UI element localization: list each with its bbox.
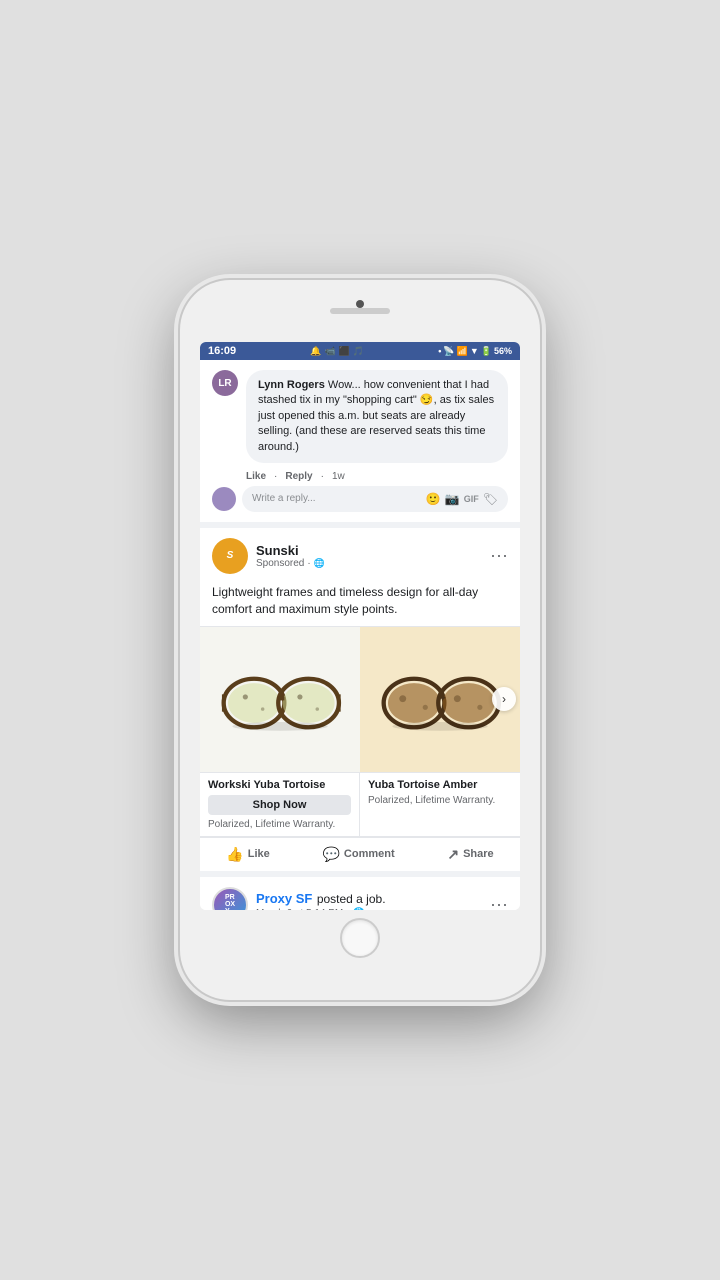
battery-percent: 56% [494, 346, 512, 356]
commenter-avatar: LR [212, 370, 238, 396]
camera [356, 300, 364, 308]
brand-name[interactable]: Sunski [256, 543, 325, 558]
reply-icons: 🙂 📷 GIF 🏷 [426, 492, 498, 506]
proxy-info: Proxy SF posted a job. March 6 at 5:14 P… [256, 890, 386, 910]
proxy-action: posted a job. [317, 892, 386, 906]
carousel-item-1: Workski Yuba Tortoise Shop Now Polarized… [200, 627, 360, 836]
notification-icon: 🔔 [310, 346, 321, 357]
like-action[interactable]: Like [246, 471, 266, 482]
sponsored-label: Sponsored [256, 558, 304, 569]
post-description: Lightweight frames and timeless design f… [200, 580, 520, 626]
sponsored-line: Sponsored · 🌐 [256, 558, 325, 569]
reply-input-row: Write a reply... 🙂 📷 GIF 🏷 [212, 486, 508, 512]
comment-item: LR Lynn Rogers Wow... how convenient tha… [212, 370, 508, 463]
brand-logo: S [212, 538, 248, 574]
video-icon: 📹 [324, 346, 335, 357]
my-avatar [212, 487, 236, 511]
comment-icon: 💬 [322, 846, 339, 863]
comment-time: 1w [332, 471, 345, 482]
sunski-post: S Sunski Sponsored · 🌐 ··· Lightweight f… [200, 528, 520, 871]
sticker-icon[interactable]: 🏷 [483, 492, 498, 506]
reply-action[interactable]: Reply [285, 471, 312, 482]
post-header-left: S Sunski Sponsored · 🌐 [212, 538, 325, 574]
proxy-logo: PROXY [212, 887, 248, 910]
more-options-icon[interactable]: ··· [490, 545, 508, 566]
reply-input-box[interactable]: Write a reply... 🙂 📷 GIF 🏷 [242, 486, 508, 512]
proxy-meta: March 6 at 5:14 PM · 🌐 [256, 908, 386, 910]
share-label: Share [463, 848, 494, 860]
phone-screen: 16:09 🔔 📹 ⬛ 🎵 • 📡 📶 ▼ 🔋 56% LR [200, 342, 520, 910]
sunglasses-1-svg [215, 664, 345, 733]
comment-section: LR Lynn Rogers Wow... how convenient tha… [200, 360, 520, 528]
carousel-next-arrow[interactable]: › [492, 687, 516, 711]
battery-icon: 🔋 [481, 346, 492, 357]
camera-icon[interactable]: 📷 [445, 492, 460, 506]
globe-icon: 🌐 [314, 558, 325, 569]
comment-bubble: Lynn Rogers Wow... how convenient that I… [246, 370, 508, 463]
proxy-more-options[interactable]: ··· [490, 894, 508, 910]
product-image-1 [200, 627, 360, 772]
reply-placeholder: Write a reply... [252, 493, 316, 504]
product-info-2: Yuba Tortoise Amber Polarized, Lifetime … [360, 772, 520, 812]
product-warranty-1: Polarized, Lifetime Warranty. [208, 819, 351, 830]
globe-icon2: · [346, 908, 349, 910]
comment-actions: Like · Reply · 1w [212, 471, 508, 482]
post-header: S Sunski Sponsored · 🌐 ··· [200, 528, 520, 580]
comment-author: Lynn Rogers [258, 379, 325, 391]
product-name-1: Workski Yuba Tortoise [208, 779, 351, 791]
product-name-2: Yuba Tortoise Amber [368, 779, 512, 791]
dot-separator: · [274, 471, 277, 482]
cast-icon: 📡 [443, 346, 454, 357]
action-bar: 👍 Like 💬 Comment ↗ Share [200, 837, 520, 871]
like-button[interactable]: 👍 Like [226, 846, 269, 863]
sunglasses-2-svg [375, 664, 505, 733]
home-button[interactable] [340, 918, 380, 958]
comment-button[interactable]: 💬 Comment [322, 846, 394, 863]
share-button[interactable]: ↗ Share [447, 846, 493, 863]
gif-icon[interactable]: GIF [464, 494, 479, 504]
product-info-1: Workski Yuba Tortoise Shop Now Polarized… [200, 772, 359, 836]
proxy-date: March 6 at 5:14 PM [256, 908, 343, 910]
proxy-name[interactable]: Proxy SF [256, 891, 312, 906]
brand-info: Sunski Sponsored · 🌐 [256, 543, 325, 569]
emoji-icon[interactable]: 🙂 [426, 492, 441, 506]
proxy-header-left: PROXY Proxy SF posted a job. March 6 at … [212, 887, 386, 910]
proxy-logo-text: PROXY [225, 894, 235, 910]
speaker [330, 308, 390, 314]
wifi-icon: ▼ [470, 346, 479, 356]
carousel-item-2: › Yuba Tortoise Amber Polarized, Lifetim… [360, 627, 520, 836]
dot: · [307, 558, 310, 569]
status-icons: 🔔 📹 ⬛ 🎵 [310, 346, 364, 357]
dot-separator2: · [321, 471, 324, 482]
product-image-2: › [360, 627, 520, 772]
status-right: • 📡 📶 ▼ 🔋 56% [438, 346, 512, 357]
phone-frame: 16:09 🔔 📹 ⬛ 🎵 • 📡 📶 ▼ 🔋 56% LR [180, 280, 540, 1000]
like-label: Like [248, 848, 270, 860]
scroll-area[interactable]: LR Lynn Rogers Wow... how convenient tha… [200, 360, 520, 910]
like-icon: 👍 [226, 846, 243, 863]
music-icon: ⬛ [339, 346, 350, 357]
comment-label: Comment [344, 848, 395, 860]
share-icon: ↗ [447, 846, 459, 863]
proxy-post: PROXY Proxy SF posted a job. March 6 at … [200, 877, 520, 910]
proxy-name-action: Proxy SF posted a job. [256, 890, 386, 908]
product-carousel[interactable]: Workski Yuba Tortoise Shop Now Polarized… [200, 626, 520, 837]
status-time: 16:09 [208, 345, 236, 357]
shop-now-button-1[interactable]: Shop Now [208, 795, 351, 815]
status-bar: 16:09 🔔 📹 ⬛ 🎵 • 📡 📶 ▼ 🔋 56% [200, 342, 520, 360]
globe-icon3: 🌐 [353, 908, 365, 910]
product-warranty-2: Polarized, Lifetime Warranty. [368, 795, 512, 806]
shazam-icon: 🎵 [353, 346, 364, 357]
proxy-post-header: PROXY Proxy SF posted a job. March 6 at … [212, 887, 508, 910]
dot-icon: • [438, 346, 441, 356]
signal-icon: 📶 [457, 346, 468, 357]
